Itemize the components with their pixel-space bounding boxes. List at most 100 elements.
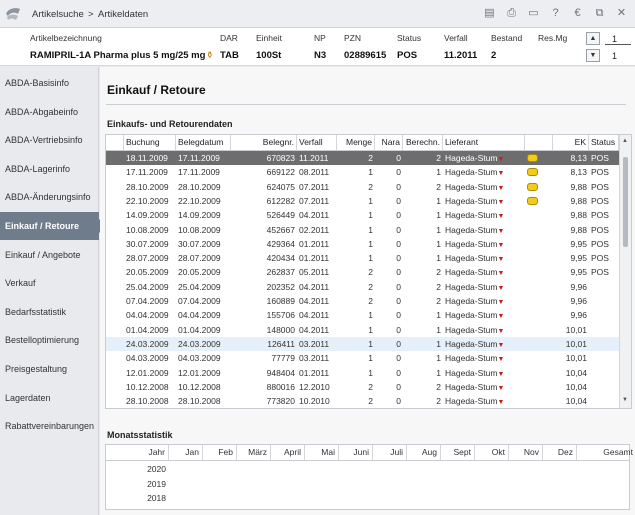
- cell-menge: 2: [368, 281, 373, 292]
- sidebar-item[interactable]: Verkauf: [0, 269, 99, 297]
- table-row[interactable]: 10.12.2008 10.12.2008 880016 12.2010 2 0 2 Hage…: [106, 380, 619, 394]
- export-icon[interactable]: ⧉: [592, 6, 607, 21]
- monthly-table[interactable]: Jahr Jan Feb März April Mai Juni Juli Aug Sept Okt…: [105, 444, 633, 510]
- table-row[interactable]: 07.04.2009 07.04.2009 160889 04.2011 2 0 2 Hage…: [106, 294, 619, 308]
- table-row[interactable]: 22.10.2009 22.10.2009 612282 07.2011 1 0 1 Hage…: [106, 194, 619, 208]
- cell-nara: 0: [396, 396, 401, 407]
- column-header[interactable]: Lieferant: [443, 135, 525, 150]
- sidebar-item[interactable]: ABDA-Abgabeinfo: [0, 98, 99, 126]
- supplier-cell: Hageda-Stum▼: [443, 351, 525, 365]
- article-pzn: 02889615: [344, 50, 387, 61]
- column-header[interactable]: [106, 135, 124, 150]
- month-column-header[interactable]: Juni: [339, 445, 373, 460]
- cell-buchung: 07.04.2009: [126, 296, 169, 306]
- euro-icon[interactable]: €: [570, 6, 585, 21]
- cell-beleg: 25.04.2009: [178, 281, 221, 292]
- month-column-header[interactable]: Feb: [203, 445, 237, 460]
- title-divider: [106, 104, 626, 105]
- column-header[interactable]: Buchung: [124, 135, 176, 150]
- monitor-icon[interactable]: ▭: [526, 6, 541, 21]
- sidebar-item[interactable]: Bestelloptimierung: [0, 326, 99, 354]
- column-header[interactable]: Status: [589, 135, 619, 150]
- next-article-button[interactable]: ▼: [586, 49, 600, 62]
- cell-berechn: 1: [436, 310, 441, 321]
- purchase-table[interactable]: ▲ ▼ Buchung Belegdatum Belegnr. Verfall Meng…: [105, 134, 632, 409]
- month-column-header[interactable]: Sept: [441, 445, 475, 460]
- column-header[interactable]: Menge: [337, 135, 375, 150]
- table-row[interactable]: 14.09.2009 14.09.2009 526449 04.2011 1 0 1 Hage…: [106, 208, 619, 222]
- close-icon[interactable]: ✕: [614, 6, 629, 21]
- sidebar-item[interactable]: Einkauf / Angebote: [0, 241, 99, 269]
- sidebar-item[interactable]: ABDA-Änderungsinfo: [0, 183, 99, 211]
- cell-menge: 2: [368, 181, 373, 192]
- month-column-header[interactable]: Jan: [169, 445, 203, 460]
- previous-article-button[interactable]: ▲: [586, 32, 600, 45]
- table-row[interactable]: 25.04.2009 25.04.2009 202352 04.2011 2 0 2 Hage…: [106, 280, 619, 294]
- month-column-header[interactable]: März: [237, 445, 271, 460]
- vertical-scrollbar[interactable]: ▲ ▼: [619, 135, 631, 408]
- cell-ek: 8,13: [570, 167, 587, 178]
- article-name[interactable]: RAMIPRIL-1A Pharma plus 5 mg/25 mg: [30, 50, 205, 61]
- breadcrumb-section[interactable]: Artikelsuche: [32, 9, 84, 20]
- table-row[interactable]: 04.03.2009 04.03.2009 77779 03.2011 1 0 1 Haged…: [106, 351, 619, 365]
- column-header[interactable]: Belegnr.: [231, 135, 297, 150]
- column-header[interactable]: Berechn.: [403, 135, 443, 150]
- cell-menge: 1: [368, 253, 373, 264]
- scroll-up-icon[interactable]: ▲: [622, 138, 628, 144]
- table-row[interactable]: 17.11.2009 17.11.2009 669122 08.2011 1 0 1 Hage…: [106, 165, 619, 179]
- month-column-header[interactable]: Juli: [373, 445, 407, 460]
- month-column-header[interactable]: Nov: [509, 445, 543, 460]
- table-row[interactable]: 20.05.2009 20.05.2009 262837 05.2011 2 0 2 Hage…: [106, 265, 619, 279]
- cell-ek: 10,01: [565, 353, 587, 364]
- cell-menge: 1: [368, 195, 373, 206]
- sidebar-item[interactable]: Preisgestaltung: [0, 355, 99, 383]
- month-column-header[interactable]: Dez: [543, 445, 577, 460]
- offer-cell: [525, 251, 553, 265]
- month-column-header[interactable]: Jahr: [106, 445, 169, 460]
- table-row[interactable]: 28.10.2008 28.10.2008 773820 10.2010 2 0 2 Hage…: [106, 394, 619, 408]
- cell-verfall: 04.2011: [299, 296, 330, 306]
- app-logo-icon[interactable]: [4, 5, 22, 23]
- table-row[interactable]: 04.04.2009 04.04.2009 155706 04.2011 1 0 1 Hage…: [106, 308, 619, 322]
- table-row[interactable]: 30.07.2009 30.07.2009 429364 01.2011 1 0 1 Hage…: [106, 237, 619, 251]
- month-column-header[interactable]: Okt: [475, 445, 509, 460]
- offer-cell: [525, 337, 553, 351]
- clipboard-icon[interactable]: ▤: [482, 6, 497, 21]
- column-header[interactable]: Belegdatum: [176, 135, 231, 150]
- table-row[interactable]: 28.07.2009 28.07.2009 420434 01.2011 1 0 1 Hage…: [106, 251, 619, 265]
- scroll-thumb[interactable]: [623, 157, 628, 247]
- sidebar-item[interactable]: Einkauf / Retoure: [0, 212, 106, 240]
- dar-icon: ⚱: [206, 50, 214, 60]
- sidebar: ABDA-Basisinfo ABDA-Abgabeinfo ABDA-Vertri…: [0, 67, 106, 515]
- flag-icon: ▼: [497, 156, 505, 163]
- sidebar-item[interactable]: ABDA-Vertriebsinfo: [0, 126, 99, 154]
- sidebar-item[interactable]: Rabattvereinbarungen: [0, 412, 99, 440]
- table-row[interactable]: 18.11.2009 17.11.2009 670823 11.2011 2 0 2 Hage…: [106, 151, 619, 166]
- sidebar-item[interactable]: Bedarfsstatistik: [0, 298, 99, 326]
- print-icon[interactable]: ⎙: [504, 6, 519, 21]
- table-row[interactable]: 12.01.2009 12.01.2009 948404 01.2011 1 0 1 Hage…: [106, 366, 619, 380]
- scroll-down-icon[interactable]: ▼: [622, 397, 628, 403]
- table-row[interactable]: 28.10.2009 28.10.2009 624075 07.2011 2 0 2 Hage…: [106, 180, 619, 194]
- table-row[interactable]: 24.03.2009 24.03.2009 126411 03.2011 1 0 1 Hage…: [106, 336, 619, 352]
- table-row[interactable]: 10.08.2009 10.08.2009 452667 02.2011 1 0 1 Hage…: [106, 223, 619, 237]
- cell-berechn: 1: [436, 353, 441, 364]
- month-column-header[interactable]: Aug: [407, 445, 441, 460]
- month-column-header[interactable]: Gesamt: [577, 445, 635, 460]
- flag-icon: ▼: [497, 341, 505, 349]
- column-header[interactable]: EK: [553, 135, 589, 150]
- column-header[interactable]: [525, 135, 553, 150]
- column-header[interactable]: Nara: [375, 135, 403, 150]
- cell-nr: 202352: [266, 281, 295, 292]
- flag-icon: ▼: [497, 241, 505, 249]
- month-column-header[interactable]: April: [271, 445, 305, 460]
- help-icon[interactable]: ?: [548, 6, 563, 21]
- sidebar-item[interactable]: ABDA-Lagerinfo: [0, 155, 99, 183]
- sidebar-item[interactable]: ABDA-Basisinfo: [0, 69, 99, 97]
- sidebar-item[interactable]: Lagerdaten: [0, 384, 99, 412]
- cell-nara: 0: [396, 167, 401, 178]
- pager-bottom: 1: [612, 51, 618, 61]
- month-column-header[interactable]: Mai: [305, 445, 339, 460]
- column-header[interactable]: Verfall: [297, 135, 337, 150]
- table-row[interactable]: 01.04.2009 01.04.2009 148000 04.2011 1 0 1 Hage…: [106, 323, 619, 337]
